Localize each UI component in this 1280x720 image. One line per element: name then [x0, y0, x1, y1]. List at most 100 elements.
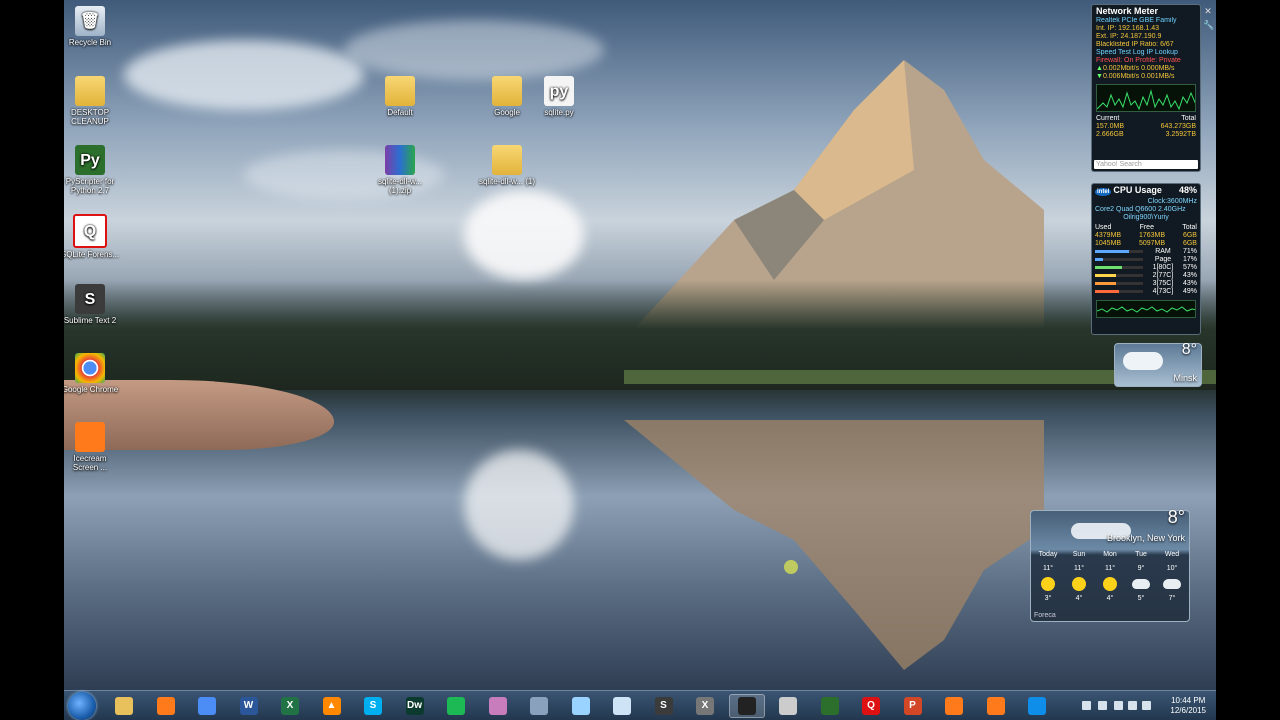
taskbar-sublime-button[interactable]: S	[646, 694, 682, 718]
yahoo-search-input[interactable]: Yahoo! Search	[1094, 160, 1198, 169]
folder-icon	[75, 76, 105, 106]
volume-icon[interactable]	[1142, 701, 1151, 710]
powerpoint-icon: P	[903, 697, 922, 715]
taskbar-icecream1-button[interactable]	[936, 694, 972, 718]
taskbar-icecream2-button[interactable]	[978, 694, 1014, 718]
desktop-icon-google-chrome[interactable]: Google Chrome	[64, 353, 120, 394]
weather-gadget-small[interactable]: 8° Minsk	[1114, 342, 1202, 387]
desktop-icon-sqlite-zip[interactable]: sqlite-dll-w... (1).zip	[370, 145, 430, 195]
desktop-icon-recycle-bin[interactable]: 🗑 Recycle Bin	[64, 6, 120, 47]
cpu-model: Core2 Quad Q6600 2.40GHz	[1095, 206, 1186, 213]
page-used: 1045MB	[1095, 240, 1122, 247]
current-label: Current	[1096, 115, 1120, 122]
desktop-icon-sublime-text[interactable]: S Sublime Text 2	[64, 284, 120, 325]
day-low: 7°	[1168, 595, 1176, 602]
sqlite-forensic-icon: Q	[73, 214, 107, 248]
icecream1-icon	[945, 697, 963, 715]
day-high: 11°	[1042, 565, 1054, 572]
app-x-icon: X	[696, 697, 714, 715]
taskbar-spotify-button[interactable]	[438, 694, 474, 718]
taskbar-powerpoint-button[interactable]: P	[895, 694, 931, 718]
taskbar-skype-button[interactable]: S	[355, 694, 391, 718]
day-name: Today	[1038, 551, 1058, 558]
forecast-days: Today 11° 3° Sun 11° 4° Mon 11° 4° Tue 9° 5° Wed 10° 7…	[1033, 551, 1187, 603]
day-name: Tue	[1135, 551, 1147, 558]
sublime-text-icon: S	[75, 284, 105, 314]
start-button[interactable]	[68, 692, 96, 720]
desktop-icon-sqlite-forensic[interactable]: Q SQLite Forens...	[64, 214, 120, 259]
desktop-icon-icecream-screen[interactable]: Icecream Screen ...	[64, 422, 120, 472]
taskbar-dreamweaver-button[interactable]: Dw	[397, 694, 433, 718]
spotify-icon	[447, 697, 465, 715]
flag-icon[interactable]	[1114, 701, 1123, 710]
taskbar-app-network-button[interactable]	[521, 694, 557, 718]
taskbar-notepad-button[interactable]	[604, 694, 640, 718]
cpu-meter-gadget[interactable]: intel CPU Usage 48% Clock:3600MHz Core2 Q…	[1091, 183, 1201, 335]
taskbar-firefox-button[interactable]	[148, 694, 184, 718]
stat-value: 43%	[1182, 280, 1197, 287]
desktop-icon-sqlite-folder[interactable]: sqlite-dll-w... (1)	[477, 145, 537, 186]
network-links[interactable]: Speed Test Log IP Lookup	[1092, 49, 1200, 57]
desktop-icon-sqlite-py[interactable]: py sqlite.py	[529, 76, 589, 117]
taskbar-sqlite-forensic-button[interactable]: Q	[853, 694, 889, 718]
forecast-day: Mon 11° 4°	[1095, 551, 1125, 603]
stat-value: 57%	[1182, 264, 1197, 271]
network-icon[interactable]	[1128, 701, 1137, 710]
desktop-icon-desktop-cleanup[interactable]: DESKTOP CLEANUP	[64, 76, 120, 126]
day-high: 10°	[1166, 565, 1178, 572]
current-download: 2.666GB	[1096, 131, 1124, 138]
desktop-icon-pyscripter[interactable]: Py PyScripter for Python 2.7	[64, 145, 120, 195]
taskbar-chrome-button[interactable]	[189, 694, 225, 718]
stat-value: 49%	[1182, 288, 1197, 295]
taskbar-pyscripter-button[interactable]	[812, 694, 848, 718]
weather-provider[interactable]: Foreca	[1034, 612, 1056, 620]
weather-temp: 8°	[1167, 507, 1185, 527]
cpu-title: intel CPU Usage	[1095, 186, 1162, 196]
taskbar-app-x-button[interactable]: X	[687, 694, 723, 718]
taskbar-app-pen-button[interactable]	[770, 694, 806, 718]
stat-value: 71%	[1182, 248, 1197, 255]
forecast-day: Wed 10° 7°	[1157, 551, 1187, 603]
external-ip: Ext. IP: 24.187.190.9	[1096, 33, 1162, 40]
desktop-icon-google-folder[interactable]: Google	[477, 76, 537, 117]
wrench-icon[interactable]: 🔧	[1203, 20, 1214, 30]
taskbar-vlc-button[interactable]: ▲	[314, 694, 350, 718]
forecast-day: Today 11° 3°	[1033, 551, 1063, 603]
cloud-icon	[1132, 579, 1150, 589]
taskbar-app-glass-button[interactable]	[563, 694, 599, 718]
taskbar-teamviewer-button[interactable]	[1019, 694, 1055, 718]
taskbar: W X ▲ S Dw S X Q P 10:44 PM 12/6/2015	[64, 690, 1216, 720]
mouse-cursor	[784, 560, 798, 574]
sun-icon	[1103, 577, 1117, 591]
day-low: 4°	[1106, 595, 1114, 602]
icecream-recorder-icon	[75, 422, 105, 452]
taskbar-app-bug-button[interactable]	[480, 694, 516, 718]
page-free: 5097MB	[1138, 240, 1166, 247]
weather-gadget-large[interactable]: 8° Brooklyn, New York Today 11° 3° Sun 11° 4°…	[1030, 507, 1190, 622]
taskbar-app-cat-button[interactable]	[728, 694, 765, 718]
stat-bar	[1095, 266, 1143, 269]
cpu-title-text: CPU Usage	[1113, 185, 1162, 195]
col-total: Total	[1182, 224, 1197, 231]
stat-bar	[1095, 274, 1143, 277]
chevron-up-icon[interactable]	[1098, 701, 1107, 710]
cpu-stat-row: 1[80C] 57%	[1092, 264, 1200, 272]
clock[interactable]: 10:44 PM 12/6/2015	[1170, 696, 1206, 716]
mem-used: 4379MB	[1095, 232, 1122, 239]
taskbar-word-button[interactable]: W	[231, 694, 267, 718]
taskbar-explorer-button[interactable]	[106, 694, 142, 718]
stat-bar	[1095, 258, 1143, 261]
icecream2-icon	[986, 697, 1005, 715]
network-meter-gadget[interactable]: Network Meter Realtek PCIe GBE Family In…	[1091, 4, 1201, 172]
current-upload: 157.0MB	[1096, 123, 1125, 130]
stat-label: 2[77C]	[1152, 272, 1174, 279]
desktop-icon-label: SQLite Forens...	[64, 250, 120, 259]
desktop-icon-label: sqlite-dll-w... (1).zip	[377, 177, 422, 195]
desktop-icon-label: sqlite.py	[544, 108, 574, 117]
close-icon[interactable]: ✕	[1203, 6, 1213, 16]
taskbar-excel-button[interactable]: X	[272, 694, 308, 718]
windows-icon[interactable]	[1082, 701, 1091, 710]
desktop-icon-label: Google	[494, 108, 520, 117]
desktop-icon-default-folder[interactable]: Default	[370, 76, 430, 117]
day-low: 3°	[1044, 595, 1052, 602]
